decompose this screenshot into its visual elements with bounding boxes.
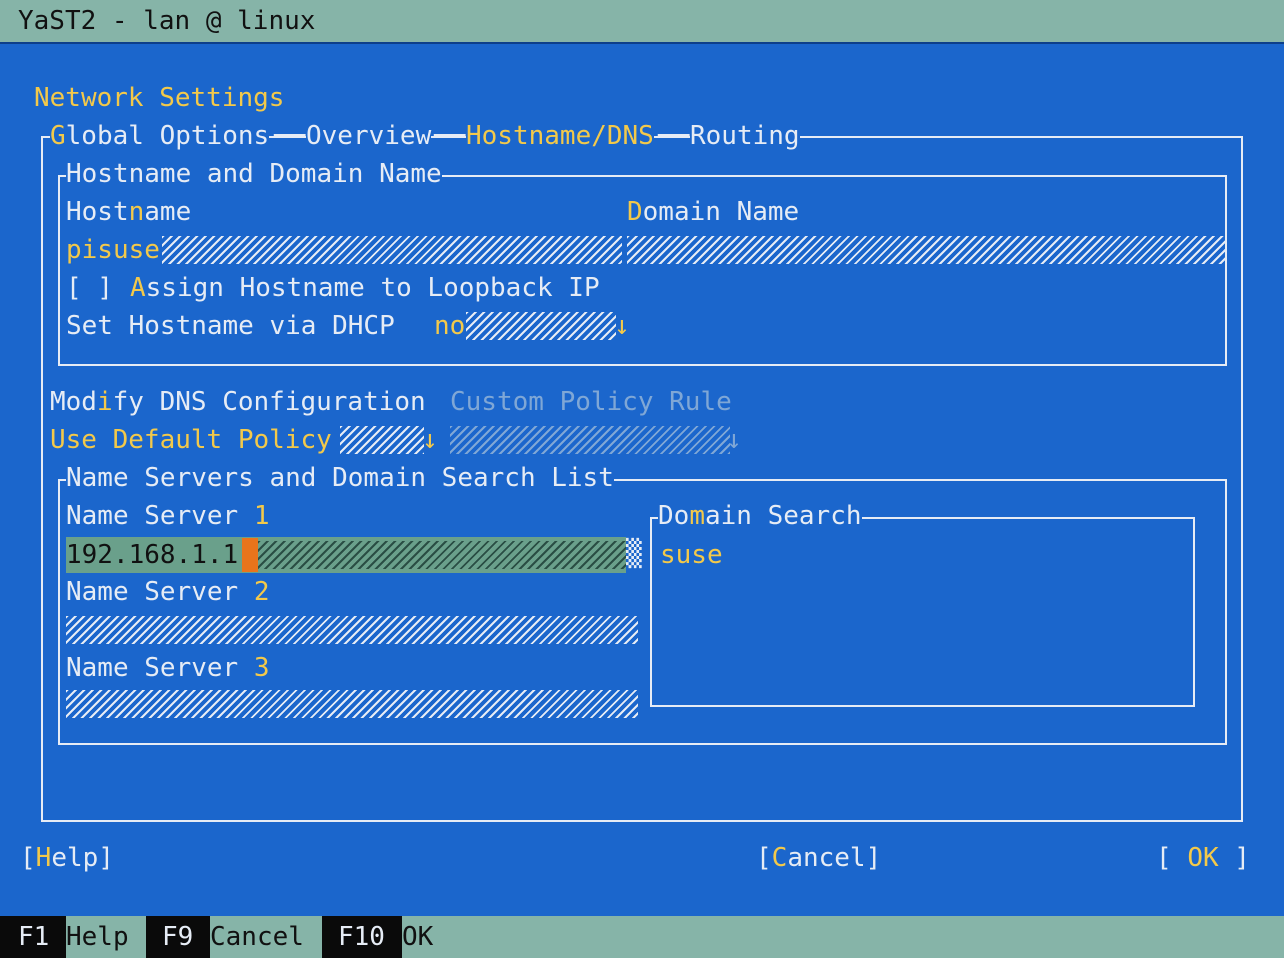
ns3-label: Name Server 3 [66, 653, 270, 683]
ns1-scroll-marker: ▒ [626, 539, 642, 569]
ns3-input[interactable] [66, 690, 638, 718]
window-titlebar: YaST2 - lan @ linux [0, 0, 1284, 44]
hostname-input-fill[interactable] [162, 236, 622, 264]
fkey-f1[interactable]: F1 [0, 916, 66, 958]
modify-dns-arrow-icon[interactable]: ↓ [422, 423, 438, 457]
custom-policy-label: Custom Policy Rule [450, 387, 732, 417]
domain-search-box[interactable] [650, 517, 1195, 707]
ns1-value[interactable]: 192.168.1.1 [66, 538, 238, 572]
function-key-bar: F1 Help F9 Cancel F10 OK [0, 916, 1284, 958]
ns2-label: Name Server 2 [66, 577, 270, 607]
fkey-f10[interactable]: F10 [322, 916, 402, 958]
hostname-label: Hostname [66, 197, 192, 227]
tab-separator: ── [434, 121, 466, 151]
modify-dns-select[interactable] [340, 426, 424, 454]
domain-name-label: Domain Name [627, 197, 800, 227]
ns1-label: Name Server 1 [66, 501, 270, 531]
loopback-checkbox[interactable]: [ ] [66, 271, 113, 305]
cancel-button[interactable]: [Cancel] [756, 841, 881, 875]
custom-policy-select [450, 426, 730, 454]
nameservers-frame-title: Name Servers and Domain Search List [66, 461, 614, 495]
custom-policy-arrow-icon: ↓ [726, 425, 742, 455]
tab-overview[interactable]: Overview [306, 119, 432, 153]
window-title: YaST2 - lan @ linux [18, 6, 316, 36]
dhcp-dropdown-arrow-icon[interactable]: ↓ [614, 309, 630, 343]
modify-dns-value[interactable]: Use Default Policy [50, 423, 332, 457]
domain-search-title: Domain Search [658, 499, 862, 533]
modify-dns-label: Modify DNS Configuration [50, 387, 426, 417]
dhcp-hostname-value[interactable]: no [434, 309, 465, 343]
ns1-input[interactable]: 192.168.1.1 [66, 537, 626, 573]
fkey-f9[interactable]: F9 [146, 916, 210, 958]
tab-hostname-dns[interactable]: Hostname/DNS [466, 119, 654, 153]
domain-name-input[interactable] [627, 236, 1227, 264]
domain-search-value[interactable]: suse [660, 538, 723, 572]
fkey-f1-label[interactable]: Help [66, 920, 129, 954]
fkey-f9-label[interactable]: Cancel [210, 920, 304, 954]
hostname-input[interactable]: pisuse [66, 233, 160, 267]
tab-separator: ── [658, 121, 690, 151]
ns1-input-fill[interactable] [258, 541, 626, 569]
tab-global-options[interactable]: Global Options [50, 119, 270, 153]
tab-routing[interactable]: Routing [690, 119, 800, 153]
dialog-heading: Network Settings [34, 83, 285, 113]
loopback-label[interactable]: Assign Hostname to Loopback IP [130, 271, 600, 305]
fkey-f10-label[interactable]: OK [402, 920, 433, 954]
ns2-input[interactable] [66, 616, 638, 644]
ok-button[interactable]: [ OK ] [1156, 841, 1250, 875]
text-cursor [242, 538, 258, 572]
dhcp-hostname-label: Set Hostname via DHCP [66, 311, 395, 341]
hostname-frame-title: Hostname and Domain Name [66, 157, 442, 191]
tab-separator: ── [274, 121, 306, 151]
help-button[interactable]: [Help] [20, 841, 114, 875]
dhcp-hostname-select[interactable] [466, 312, 616, 340]
